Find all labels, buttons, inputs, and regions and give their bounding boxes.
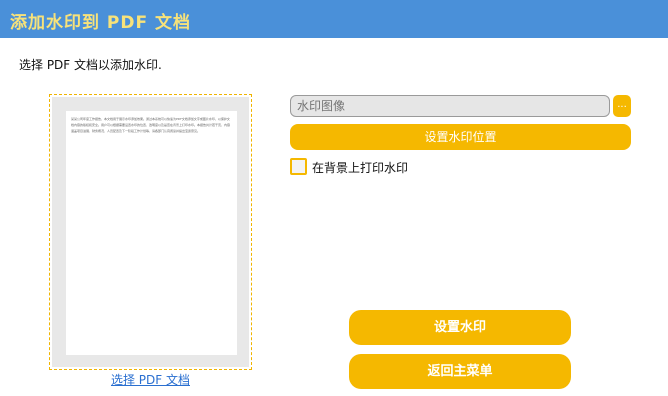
document-preview[interactable]: 某某公司年度工作报告，本文档用于展示水印添加效果。通过本系统可以快速为PDF文档…: [49, 94, 252, 370]
instruction-text: 选择 PDF 文档以添加水印.: [19, 58, 162, 72]
title-bar: 添加水印到 PDF 文档: [0, 0, 668, 38]
set-watermark-position-button[interactable]: 设置水印位置: [290, 124, 631, 150]
watermark-image-field[interactable]: [290, 95, 610, 117]
browse-image-button[interactable]: ...: [613, 95, 631, 117]
background-print-checkbox[interactable]: [290, 158, 307, 175]
set-watermark-button[interactable]: 设置水印: [349, 310, 571, 345]
background-print-label[interactable]: 在背景上打印水印: [312, 159, 408, 176]
back-to-main-menu-button[interactable]: 返回主菜单: [349, 354, 571, 389]
preview-background: 某某公司年度工作报告，本文档用于展示水印添加效果。通过本系统可以快速为PDF文档…: [52, 97, 249, 367]
select-pdf-link[interactable]: 选择 PDF 文档: [49, 371, 252, 388]
page-thumbnail-text: 某某公司年度工作报告，本文档用于展示水印添加效果。通过本系统可以快速为PDF文档…: [71, 117, 231, 133]
pdf-page-thumbnail: 某某公司年度工作报告，本文档用于展示水印添加效果。通过本系统可以快速为PDF文档…: [66, 111, 237, 355]
page-title: 添加水印到 PDF 文档: [10, 13, 192, 33]
